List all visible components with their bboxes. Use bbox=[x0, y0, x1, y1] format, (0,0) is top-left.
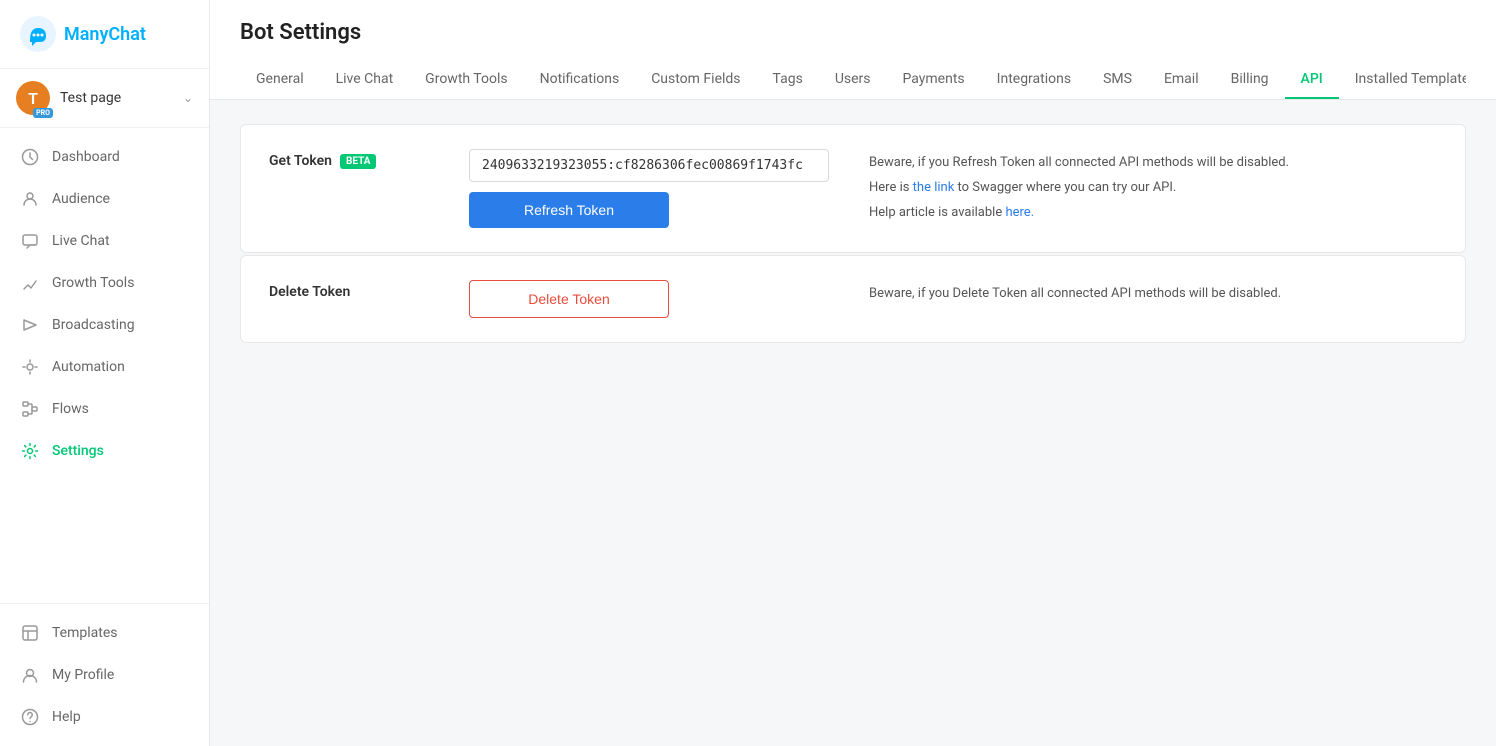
sidebar: ManyChat T PRO Test page ⌄ Dashboard Aud… bbox=[0, 0, 210, 746]
delete-token-info: Beware, if you Delete Token all connecte… bbox=[829, 280, 1437, 309]
flows-icon bbox=[20, 399, 40, 419]
get-token-controls: Refresh Token bbox=[469, 149, 829, 228]
tabs-bar: General Live Chat Growth Tools Notificat… bbox=[240, 61, 1466, 99]
get-token-help-link-text: Help article is available here. bbox=[869, 203, 1437, 224]
tab-sms[interactable]: SMS bbox=[1087, 61, 1148, 99]
automation-icon bbox=[20, 357, 40, 377]
delete-token-controls: Delete Token bbox=[469, 280, 829, 318]
sidebar-item-automation[interactable]: Automation bbox=[0, 346, 209, 388]
sidebar-item-growth-tools-label: Growth Tools bbox=[52, 275, 134, 291]
refresh-token-button[interactable]: Refresh Token bbox=[469, 192, 669, 228]
help-article-link[interactable]: here. bbox=[1005, 205, 1034, 220]
sidebar-item-flows-label: Flows bbox=[52, 401, 89, 417]
tab-api[interactable]: API bbox=[1285, 61, 1339, 99]
tab-growth-tools[interactable]: Growth Tools bbox=[409, 61, 523, 99]
growth-tools-icon bbox=[20, 273, 40, 293]
help-icon bbox=[20, 707, 40, 727]
sidebar-item-dashboard-label: Dashboard bbox=[52, 149, 120, 165]
workspace-selector[interactable]: T PRO Test page ⌄ bbox=[0, 69, 209, 128]
get-token-swagger-link-text: Here is the link to Swagger where you ca… bbox=[869, 178, 1437, 199]
sidebar-item-live-chat-label: Live Chat bbox=[52, 233, 110, 249]
sidebar-item-my-profile-label: My Profile bbox=[52, 667, 114, 683]
get-token-label: Get Token BETA bbox=[269, 149, 469, 169]
get-token-card: Get Token BETA Refresh Token Beware, if … bbox=[240, 124, 1466, 253]
main-content: Bot Settings General Live Chat Growth To… bbox=[210, 0, 1496, 746]
token-input[interactable] bbox=[469, 149, 829, 182]
delete-token-card: Delete Token Delete Token Beware, if you… bbox=[240, 255, 1466, 343]
sidebar-item-help[interactable]: Help bbox=[0, 696, 209, 738]
live-chat-icon bbox=[20, 231, 40, 251]
sidebar-item-templates-label: Templates bbox=[52, 625, 118, 641]
workspace-name: Test page bbox=[60, 90, 173, 106]
tab-payments[interactable]: Payments bbox=[887, 61, 981, 99]
tab-installed-templates[interactable]: Installed Templates bbox=[1339, 61, 1466, 99]
sidebar-item-audience[interactable]: Audience bbox=[0, 178, 209, 220]
tab-tags[interactable]: Tags bbox=[757, 61, 819, 99]
sidebar-item-help-label: Help bbox=[52, 709, 81, 725]
templates-icon bbox=[20, 623, 40, 643]
tab-email[interactable]: Email bbox=[1148, 61, 1215, 99]
delete-token-label: Delete Token bbox=[269, 280, 469, 300]
sidebar-item-dashboard[interactable]: Dashboard bbox=[0, 136, 209, 178]
sidebar-item-settings-label: Settings bbox=[52, 443, 104, 459]
sidebar-item-flows[interactable]: Flows bbox=[0, 388, 209, 430]
delete-token-warning: Beware, if you Delete Token all connecte… bbox=[869, 284, 1437, 305]
broadcasting-icon bbox=[20, 315, 40, 335]
tab-notifications[interactable]: Notifications bbox=[524, 61, 636, 99]
sidebar-item-templates[interactable]: Templates bbox=[0, 612, 209, 654]
chevron-down-icon: ⌄ bbox=[183, 91, 193, 105]
sidebar-item-audience-label: Audience bbox=[52, 191, 110, 207]
logo-text: ManyChat bbox=[64, 24, 146, 45]
sidebar-item-automation-label: Automation bbox=[52, 359, 125, 375]
get-token-row: Get Token BETA Refresh Token Beware, if … bbox=[241, 125, 1465, 252]
delete-token-row: Delete Token Delete Token Beware, if you… bbox=[241, 256, 1465, 342]
beta-badge: BETA bbox=[340, 154, 377, 169]
api-page-content: Get Token BETA Refresh Token Beware, if … bbox=[210, 100, 1496, 746]
sidebar-item-broadcasting[interactable]: Broadcasting bbox=[0, 304, 209, 346]
sidebar-nav: Dashboard Audience Live Chat Growth Tool… bbox=[0, 128, 209, 603]
pro-badge: PRO bbox=[33, 108, 53, 118]
sidebar-item-settings[interactable]: Settings bbox=[0, 430, 209, 472]
tab-users[interactable]: Users bbox=[819, 61, 887, 99]
tab-billing[interactable]: Billing bbox=[1215, 61, 1285, 99]
sidebar-bottom: Templates My Profile Help bbox=[0, 603, 209, 746]
tab-general[interactable]: General bbox=[240, 61, 320, 99]
page-title: Bot Settings bbox=[240, 20, 1466, 45]
sidebar-item-broadcasting-label: Broadcasting bbox=[52, 317, 135, 333]
workspace-avatar: T PRO bbox=[16, 81, 50, 115]
tab-custom-fields[interactable]: Custom Fields bbox=[635, 61, 756, 99]
sidebar-item-growth-tools[interactable]: Growth Tools bbox=[0, 262, 209, 304]
my-profile-icon bbox=[20, 665, 40, 685]
settings-icon bbox=[20, 441, 40, 461]
audience-icon bbox=[20, 189, 40, 209]
manychat-logo-icon bbox=[20, 16, 56, 52]
sidebar-logo: ManyChat bbox=[0, 0, 209, 69]
get-token-warning: Beware, if you Refresh Token all connect… bbox=[869, 153, 1437, 174]
delete-token-button[interactable]: Delete Token bbox=[469, 280, 669, 318]
page-header: Bot Settings General Live Chat Growth To… bbox=[210, 0, 1496, 100]
sidebar-item-my-profile[interactable]: My Profile bbox=[0, 654, 209, 696]
tab-live-chat[interactable]: Live Chat bbox=[320, 61, 410, 99]
sidebar-item-live-chat[interactable]: Live Chat bbox=[0, 220, 209, 262]
tab-integrations[interactable]: Integrations bbox=[981, 61, 1087, 99]
dashboard-icon bbox=[20, 147, 40, 167]
swagger-link[interactable]: the link bbox=[913, 180, 955, 195]
get-token-info: Beware, if you Refresh Token all connect… bbox=[829, 149, 1437, 227]
